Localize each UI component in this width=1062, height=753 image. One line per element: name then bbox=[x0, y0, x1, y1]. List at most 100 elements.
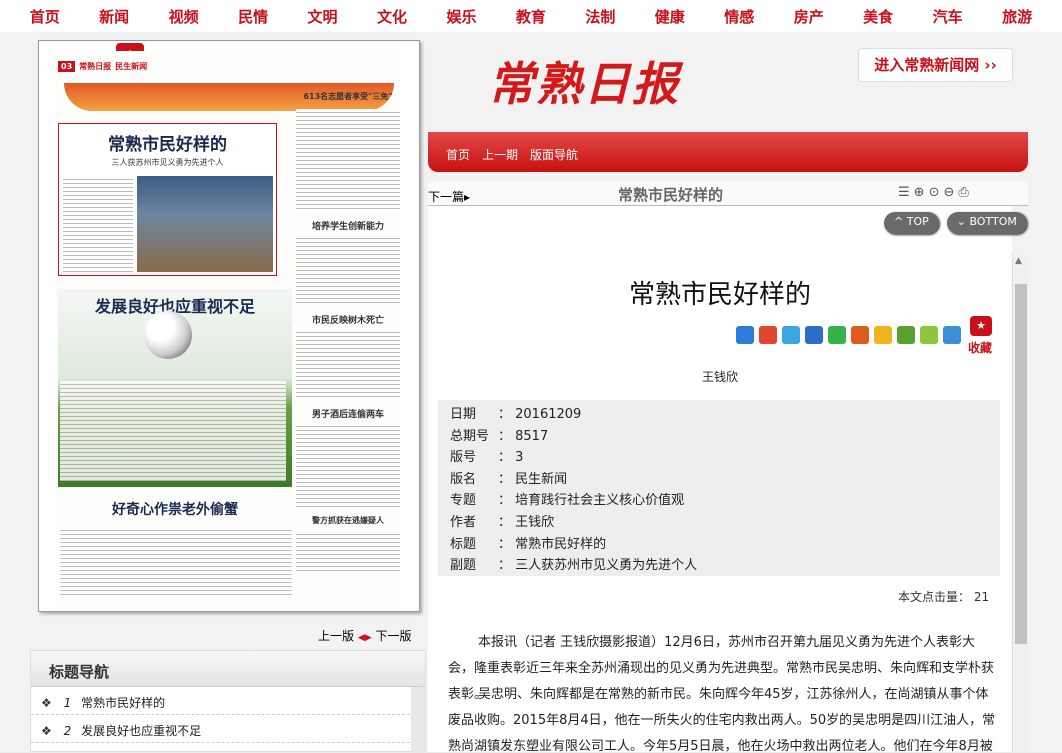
share-qzone-icon[interactable] bbox=[782, 326, 800, 344]
arrow-right-icon[interactable]: ▶ bbox=[365, 633, 372, 643]
meta-value: 三人获苏州市见义勇为先进个人 bbox=[515, 558, 698, 574]
share-kaixin-icon[interactable] bbox=[874, 326, 892, 344]
meta-label: 版号 bbox=[450, 450, 477, 466]
text-column bbox=[60, 381, 286, 481]
topnav-item[interactable]: 首页 bbox=[30, 6, 60, 27]
arrow-left-icon[interactable]: ◀ bbox=[358, 633, 365, 643]
click-count-value: 21 bbox=[973, 590, 990, 604]
page-number: 03 bbox=[58, 60, 76, 72]
topnav-item[interactable]: 房产 bbox=[794, 6, 824, 27]
topnav-item[interactable]: 视频 bbox=[169, 6, 199, 27]
topnav-item[interactable]: 健康 bbox=[655, 6, 685, 27]
next-page-link[interactable]: 下一版 bbox=[376, 629, 412, 643]
print-icon[interactable]: ⎙ bbox=[958, 185, 968, 200]
diamond-bullet-icon: ❖ bbox=[41, 724, 52, 738]
top-nav: 首页 新闻 视频 民情 文明 文化 娱乐 教育 法制 健康 情感 房产 美食 汽车 旅游 bbox=[0, 0, 1062, 32]
share-weibo-icon[interactable] bbox=[759, 326, 777, 344]
meta-label: 标题 bbox=[450, 536, 477, 552]
meta-label: 专题 bbox=[450, 493, 477, 509]
page-body: ★ 收藏 03 常熟日报 民生新闻 常熟市民好样的 三人获苏州市见义勇为先进个人… bbox=[0, 32, 1062, 753]
meta-separator: ： bbox=[498, 450, 516, 466]
text-column bbox=[296, 531, 400, 571]
meta-row: 版名 ： 民生新闻 bbox=[450, 469, 988, 491]
item-title[interactable]: 发展良好也应重视不足 bbox=[81, 724, 201, 738]
toolbar-title: 常熟市民好样的 bbox=[618, 186, 724, 204]
lead-story-box[interactable]: 常熟市民好样的 三人获苏州市见义勇为先进个人 bbox=[58, 123, 277, 276]
meta-value: 民生新闻 bbox=[515, 471, 568, 487]
topnav-item[interactable]: 文化 bbox=[377, 6, 407, 27]
scroll-top-label: TOP bbox=[906, 215, 929, 228]
scroll-top-button[interactable]: ^ TOP bbox=[884, 212, 939, 234]
topnav-item[interactable]: 美食 bbox=[863, 6, 893, 27]
topnav-item[interactable]: 法制 bbox=[585, 6, 615, 27]
side-story-title: 培养学生创新能力 bbox=[311, 222, 384, 232]
topnav-item[interactable]: 文明 bbox=[308, 6, 338, 27]
meta-label: 日期 bbox=[450, 407, 477, 422]
nav-prev-issue[interactable]: 上一期 bbox=[482, 146, 518, 163]
click-count: 本文点击量： 21 bbox=[898, 588, 989, 605]
topnav-item[interactable]: 汽车 bbox=[933, 6, 963, 27]
scrollbar-thumb[interactable] bbox=[1015, 284, 1027, 644]
nav-page-guide[interactable]: 版面导航 bbox=[530, 146, 578, 163]
meta-label: 作者 bbox=[450, 514, 477, 530]
football-image bbox=[144, 311, 192, 359]
enter-news-site-button[interactable]: 进入常熟新闻网 ›› bbox=[858, 48, 1013, 82]
topnav-item[interactable]: 娱乐 bbox=[446, 6, 476, 27]
side-story-title: 市民反映树木死亡 bbox=[311, 316, 384, 326]
meta-value: 培育践行社会主义核心价值观 bbox=[515, 493, 685, 509]
topnav-item[interactable]: 教育 bbox=[516, 6, 546, 27]
share-wechat-icon[interactable] bbox=[828, 326, 846, 344]
newspaper-page-thumbnail[interactable]: ★ 收藏 03 常熟日报 民生新闻 常熟市民好样的 三人获苏州市见义勇为先进个人… bbox=[38, 40, 420, 612]
article-scrollbar[interactable]: ▲ bbox=[1012, 254, 1028, 752]
side-story-title: 男子酒后连偷两车 bbox=[311, 410, 384, 420]
lead-story-title: 常熟市民好样的 bbox=[108, 135, 227, 155]
star-icon[interactable]: ★ bbox=[970, 316, 992, 336]
meta-separator: ： bbox=[498, 471, 516, 487]
lead-story-subtitle: 三人获苏州市见义勇为先进个人 bbox=[111, 158, 224, 167]
zoom-out-icon[interactable]: ⊖ bbox=[943, 185, 954, 200]
article-paragraph: 吴忠明、朱向辉都是在常熟的新市民。朱向辉今年45岁，江苏徐州人，在尚湖镇从事个体… bbox=[448, 687, 996, 752]
share-one-icon[interactable] bbox=[943, 326, 961, 344]
click-count-label: 本文点击量： bbox=[898, 590, 971, 604]
meta-value: 王钱欣 bbox=[515, 514, 555, 530]
item-number: 2 bbox=[63, 724, 72, 738]
item-title[interactable]: 常熟市民好样的 bbox=[81, 696, 165, 710]
list-icon[interactable]: ☰ bbox=[898, 185, 910, 200]
paper-section: 民生新闻 bbox=[115, 61, 148, 71]
share-renren-icon[interactable] bbox=[805, 326, 823, 344]
title-nav-panel: 标题导航 ❖ 1 常熟市民好样的 ❖ 2 发展良好也应重视不足 bbox=[30, 650, 426, 753]
article-panel: 常熟市民好样的 ★ 收藏 王钱欣 日期 ： 20161209 总期号 ： 8517 版号… bbox=[428, 206, 1012, 752]
title-nav-scrollbar[interactable] bbox=[411, 687, 425, 753]
zoom-reset-icon[interactable]: ⊙ bbox=[929, 185, 940, 200]
topnav-item[interactable]: 情感 bbox=[724, 6, 754, 27]
meta-separator: ： bbox=[498, 493, 516, 509]
paper-name: 常熟日报 bbox=[79, 61, 112, 71]
topnav-item[interactable]: 民情 bbox=[238, 6, 268, 27]
share-plus-icon[interactable] bbox=[736, 326, 754, 344]
nav-home[interactable]: 首页 bbox=[446, 146, 470, 163]
share-tieba-icon[interactable] bbox=[920, 326, 938, 344]
text-column bbox=[296, 109, 400, 209]
scroll-bottom-button[interactable]: ⌄ BOTTOM bbox=[946, 212, 1027, 234]
topnav-item[interactable]: 新闻 bbox=[99, 6, 129, 27]
title-nav-item[interactable]: ❖ 2 发展良好也应重视不足 bbox=[31, 715, 425, 743]
favorite-label[interactable]: 收藏 bbox=[968, 339, 992, 356]
text-column bbox=[63, 176, 133, 272]
side-story-title: 警方抓获在逃嫌疑人 bbox=[312, 516, 384, 525]
share-douban-icon[interactable] bbox=[897, 326, 915, 344]
article-author: 王钱欣 bbox=[701, 370, 738, 384]
newspaper-logo: 常熟日报 bbox=[488, 57, 680, 111]
title-nav-item[interactable]: ❖ 1 常熟市民好样的 bbox=[31, 687, 425, 715]
prev-page-link[interactable]: 上一版 bbox=[318, 629, 354, 643]
diamond-bullet-icon: ❖ bbox=[41, 696, 52, 710]
text-column bbox=[296, 235, 400, 305]
next-article-link[interactable]: 下一篇▸ bbox=[428, 188, 470, 205]
scroll-buttons: ^ TOP ⌄ BOTTOM bbox=[884, 212, 1027, 234]
meta-separator: ： bbox=[498, 407, 516, 422]
meta-value: 20161209 bbox=[515, 407, 582, 422]
scroll-up-icon[interactable]: ▲ bbox=[1015, 256, 1022, 266]
share-tqq-icon[interactable] bbox=[851, 326, 869, 344]
topnav-item[interactable]: 旅游 bbox=[1002, 6, 1032, 27]
zoom-in-icon[interactable]: ⊕ bbox=[914, 185, 925, 200]
story3-title[interactable]: 好奇心作祟老外偷蟹 bbox=[58, 499, 292, 519]
